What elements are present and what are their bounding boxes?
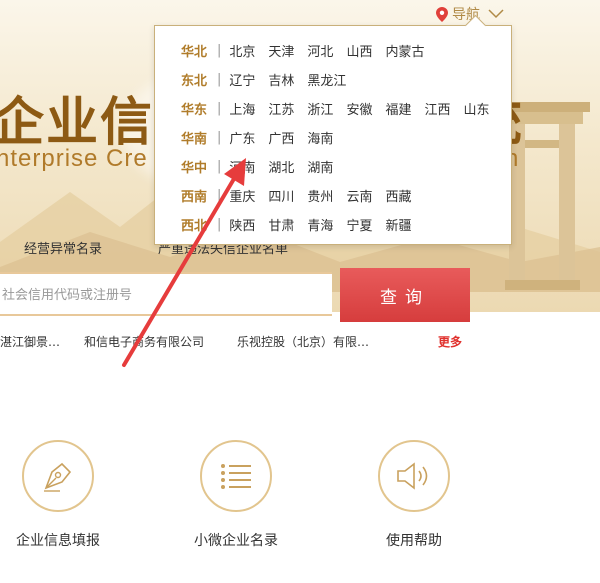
region-name: 华中 (181, 160, 208, 176)
more-link[interactable]: 更多 (438, 333, 462, 350)
province-link[interactable]: 海南 (307, 128, 333, 147)
region-name: 华东 (181, 102, 208, 118)
region-row-east: 华东 | 上海 江苏 浙江 安徽 福建 江西 山东 (181, 98, 503, 118)
location-pin-icon (436, 6, 448, 22)
feature-icon-circle (200, 440, 272, 512)
region-row-northwest: 西北 | 陕西 甘肃 青海 宁夏 新疆 (181, 214, 424, 234)
province-link[interactable]: 广西 (268, 128, 294, 147)
region-row-northeast: 东北 | 辽宁 吉林 黑龙江 (181, 69, 359, 89)
province-link[interactable]: 陕西 (229, 215, 255, 234)
province-link[interactable]: 四川 (268, 186, 294, 205)
province-link[interactable]: 云南 (346, 186, 372, 205)
region-separator: | (217, 71, 222, 87)
region-name: 华南 (181, 131, 208, 147)
province-link[interactable]: 辽宁 (229, 70, 255, 89)
province-link[interactable]: 甘肃 (268, 215, 294, 234)
hero-title-en: nterprise Cre (0, 145, 148, 172)
province-link[interactable]: 黑龙江 (307, 70, 346, 89)
province-link[interactable]: 河北 (307, 41, 333, 60)
region-row-south: 华南 | 广东 广西 海南 (181, 127, 346, 147)
province-link[interactable]: 湖南 (307, 157, 333, 176)
region-separator: | (217, 187, 222, 203)
feature-help[interactable]: 使用帮助 (344, 440, 484, 550)
province-link[interactable]: 内蒙古 (385, 41, 424, 60)
province-link[interactable]: 青海 (307, 215, 333, 234)
recent-company-item[interactable]: 湛江御景… (0, 333, 60, 350)
region-separator: | (217, 216, 222, 232)
pen-nib-icon (44, 462, 72, 492)
speaker-icon (397, 462, 428, 490)
list-icon (221, 464, 251, 489)
region-separator: | (217, 129, 222, 145)
province-link[interactable]: 山西 (346, 41, 372, 60)
province-link[interactable]: 江西 (424, 99, 450, 118)
region-dropdown: 华北 | 北京 天津 河北 山西 内蒙古 东北 | 辽宁 吉林 黑龙江 华东 |… (154, 25, 512, 245)
feature-label: 使用帮助 (386, 533, 442, 549)
province-link[interactable]: 浙江 (307, 99, 333, 118)
region-name: 华北 (181, 44, 208, 60)
province-link[interactable]: 湖北 (268, 157, 294, 176)
search-input[interactable] (0, 274, 334, 314)
province-link[interactable]: 宁夏 (346, 215, 372, 234)
region-row-north: 华北 | 北京 天津 河北 山西 内蒙古 (181, 40, 437, 60)
province-link[interactable]: 广东 (229, 128, 255, 147)
chevron-down-icon (488, 9, 504, 19)
region-row-central: 华中 | 河南 湖北 湖南 (181, 156, 346, 176)
feature-label: 企业信息填报 (16, 533, 100, 549)
province-link[interactable]: 上海 (229, 99, 255, 118)
province-link[interactable]: 重庆 (229, 186, 255, 205)
hero-title-cn: 企业信 (0, 93, 155, 153)
region-row-southwest: 西南 | 重庆 四川 贵州 云南 西藏 (181, 185, 424, 205)
province-link[interactable]: 山东 (463, 99, 489, 118)
region-separator: | (217, 158, 222, 174)
recent-company-item[interactable]: 乐视控股（北京）有限… (237, 333, 369, 350)
region-name: 西北 (181, 218, 208, 234)
search-box (0, 272, 334, 316)
province-link[interactable]: 贵州 (307, 186, 333, 205)
feature-info-report[interactable]: 企业信息填报 (0, 440, 128, 550)
region-separator: | (217, 42, 222, 58)
province-link[interactable]: 吉林 (268, 70, 294, 89)
search-button[interactable]: 查询 (340, 268, 470, 322)
region-name: 西南 (181, 189, 208, 205)
province-link[interactable]: 天津 (268, 41, 294, 60)
province-link[interactable]: 安徽 (346, 99, 372, 118)
region-name: 东北 (181, 73, 208, 89)
region-separator: | (217, 100, 222, 116)
province-link[interactable]: 西藏 (385, 186, 411, 205)
feature-label: 小微企业名录 (194, 533, 278, 549)
tab-abnormal-list[interactable]: 经营异常名录 (24, 238, 102, 257)
feature-icon-circle (22, 440, 94, 512)
province-link[interactable]: 新疆 (385, 215, 411, 234)
feature-icon-circle (378, 440, 450, 512)
province-link[interactable]: 河南 (229, 157, 255, 176)
feature-small-business-list[interactable]: 小微企业名录 (166, 440, 306, 550)
province-link[interactable]: 福建 (385, 99, 411, 118)
province-link[interactable]: 北京 (229, 41, 255, 60)
recent-company-item[interactable]: 和信电子商务有限公司 (84, 333, 204, 350)
province-link[interactable]: 江苏 (268, 99, 294, 118)
